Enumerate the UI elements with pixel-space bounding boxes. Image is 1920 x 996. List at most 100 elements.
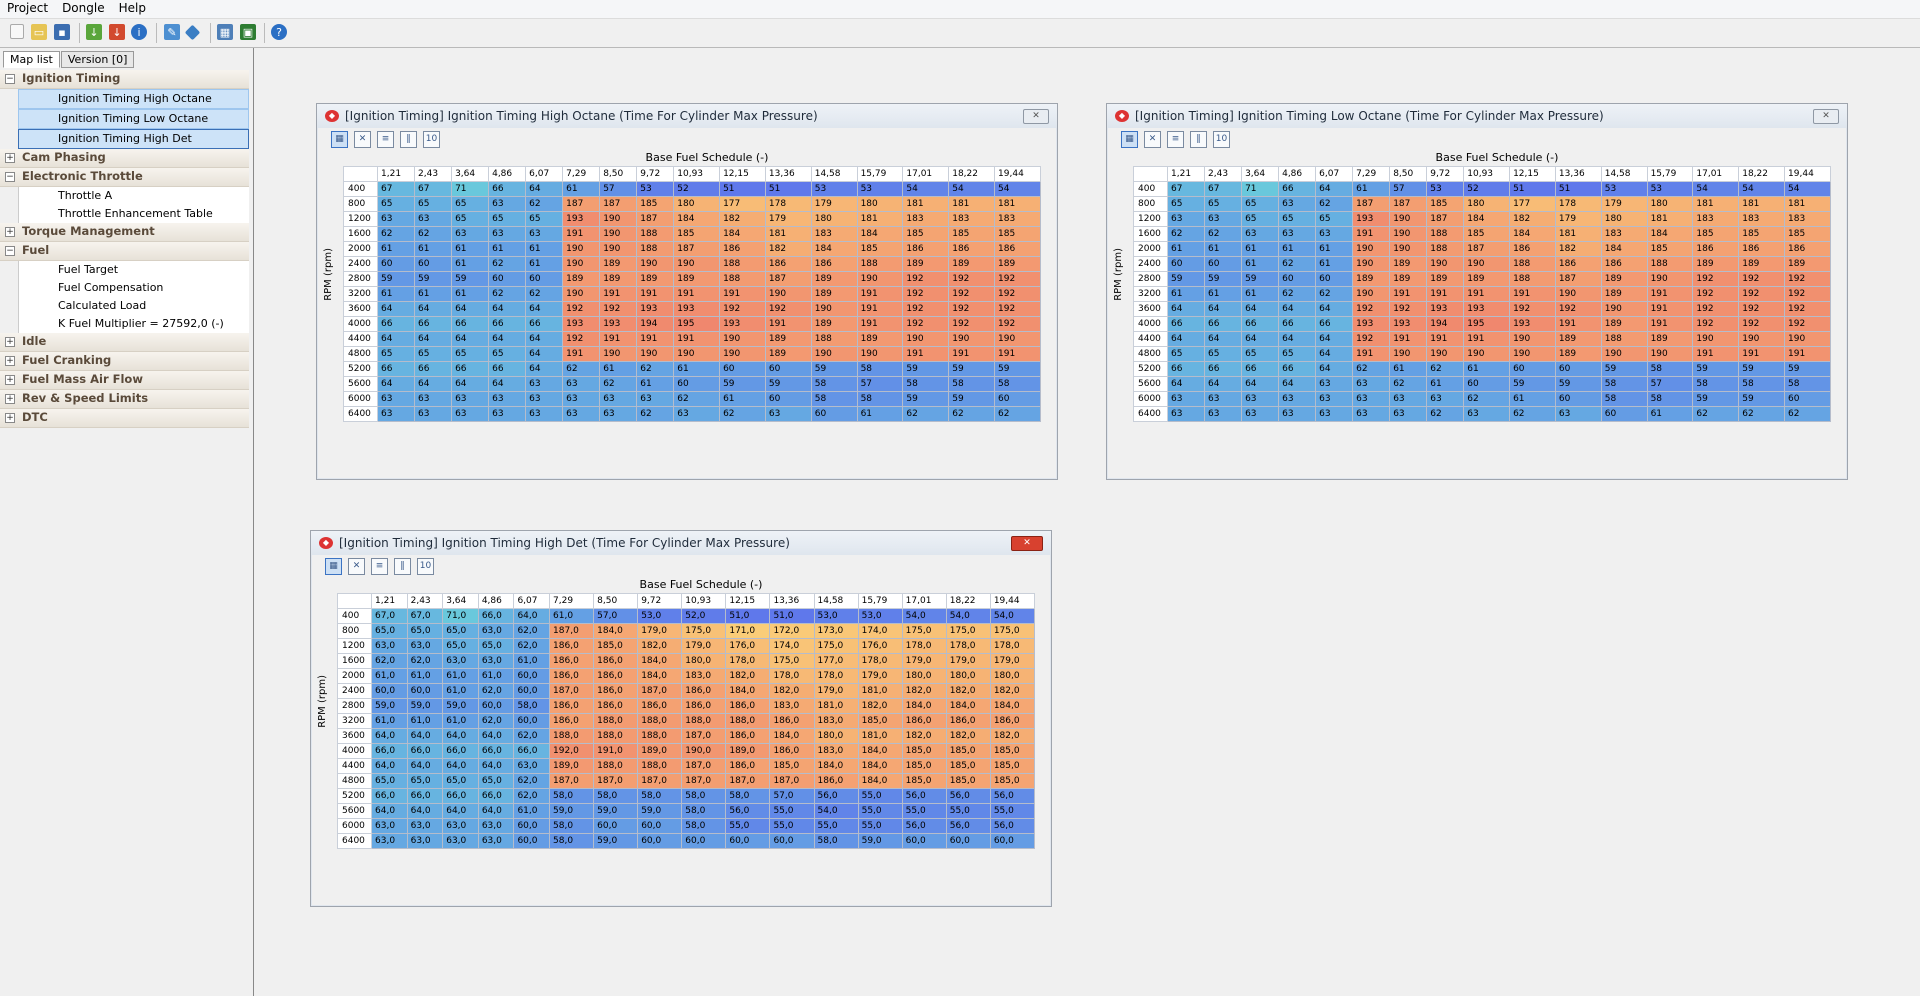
map-cell[interactable]: 59 — [1600, 361, 1648, 377]
map-cell[interactable]: 62,0 — [477, 713, 515, 729]
map-cell[interactable]: 63 — [1241, 226, 1280, 242]
map-cell[interactable]: 61 — [599, 361, 638, 377]
map-cell[interactable]: 52 — [1463, 181, 1511, 197]
map-cell[interactable]: 58,0 — [637, 788, 683, 804]
map-cell[interactable]: 181 — [994, 196, 1041, 212]
row-header[interactable]: 2800 — [343, 271, 378, 287]
map-cell[interactable]: 62,0 — [513, 773, 551, 789]
map-cell[interactable]: 187,0 — [769, 773, 815, 789]
map-cell[interactable]: 190 — [856, 346, 904, 362]
map-cell[interactable]: 61 — [719, 391, 766, 407]
map-cell[interactable]: 178,0 — [725, 653, 771, 669]
map-cell[interactable]: 184,0 — [637, 668, 683, 684]
map-cell[interactable]: 191 — [1463, 286, 1511, 302]
map-cell[interactable]: 186 — [1600, 256, 1648, 272]
map-cell[interactable]: 53 — [810, 181, 858, 197]
map-cell[interactable]: 62 — [948, 406, 996, 422]
map-cell[interactable]: 64 — [414, 376, 453, 392]
map-cell[interactable]: 60 — [1554, 361, 1602, 377]
map-cell[interactable]: 194 — [636, 316, 675, 332]
map-cell[interactable]: 188 — [1509, 256, 1556, 272]
map-cell[interactable]: 190 — [1352, 241, 1391, 257]
map-cell[interactable]: 56,0 — [945, 818, 991, 834]
monitor-icon[interactable]: ▣ — [240, 24, 256, 40]
map-cell[interactable]: 64 — [1278, 331, 1317, 347]
map-cell[interactable]: 188,0 — [593, 713, 639, 729]
map-cell[interactable]: 176,0 — [857, 638, 903, 654]
map-cell[interactable]: 66 — [1204, 316, 1243, 332]
map-cell[interactable]: 63 — [1204, 406, 1243, 422]
map-cell[interactable]: 63 — [1352, 391, 1391, 407]
map-cell[interactable]: 63 — [1463, 406, 1511, 422]
map-cell[interactable]: 183,0 — [813, 713, 859, 729]
map-cell[interactable]: 191 — [1426, 331, 1465, 347]
row-header[interactable]: 800 — [337, 623, 372, 639]
tab-map-list[interactable]: Map list — [3, 51, 60, 68]
map-cell[interactable]: 191 — [1389, 286, 1428, 302]
expand-icon[interactable]: − — [5, 74, 15, 84]
map-cell[interactable]: 173,0 — [813, 623, 859, 639]
map-cell[interactable]: 175,0 — [681, 623, 727, 639]
tree-item[interactable]: Ignition Timing High Det — [18, 129, 249, 149]
map-cell[interactable]: 187,0 — [549, 683, 595, 699]
map-cell[interactable]: 186,0 — [549, 713, 595, 729]
map-cell[interactable]: 63 — [451, 391, 490, 407]
column-header[interactable]: 14,58 — [810, 166, 858, 182]
row-header[interactable]: 2000 — [337, 668, 372, 684]
map-cell[interactable]: 186,0 — [549, 653, 595, 669]
map-cell[interactable]: 186 — [719, 241, 766, 257]
row-header[interactable]: 3200 — [343, 286, 378, 302]
map-cell[interactable]: 179,0 — [813, 683, 859, 699]
map-cell[interactable]: 191 — [673, 331, 721, 347]
map-cell[interactable]: 188 — [1426, 241, 1465, 257]
map-cell[interactable]: 61 — [562, 181, 601, 197]
row-header[interactable]: 3200 — [1133, 286, 1168, 302]
map-cell[interactable]: 55,0 — [769, 803, 815, 819]
map-cell[interactable]: 178,0 — [857, 653, 903, 669]
map-cell[interactable]: 192 — [1738, 301, 1786, 317]
map-cell[interactable]: 180 — [1600, 211, 1648, 227]
map-cell[interactable]: 184 — [1463, 211, 1511, 227]
map-cell[interactable]: 187 — [599, 196, 638, 212]
map-cell[interactable]: 180 — [856, 196, 904, 212]
map-cell[interactable]: 188 — [1646, 256, 1694, 272]
map-cell[interactable]: 191,0 — [593, 743, 639, 759]
column-view-icon[interactable]: ‖ — [1190, 131, 1207, 148]
map-cell[interactable]: 190 — [1352, 256, 1391, 272]
map-cell[interactable]: 59 — [810, 361, 858, 377]
map-cell[interactable]: 191 — [764, 316, 812, 332]
map-cell[interactable]: 53 — [636, 181, 675, 197]
map-cell[interactable]: 62 — [902, 406, 950, 422]
map-cell[interactable]: 61,0 — [371, 713, 408, 729]
map-cell[interactable]: 185 — [1463, 226, 1511, 242]
window-titlebar[interactable]: ◆ [Ignition Timing] Ignition Timing High … — [317, 104, 1057, 128]
map-cell[interactable]: 181 — [856, 211, 904, 227]
menu-help[interactable]: Help — [112, 0, 153, 16]
map-cell[interactable]: 62 — [1166, 226, 1206, 242]
map-cell[interactable]: 185,0 — [901, 758, 947, 774]
tree-group[interactable]: + Idle — [0, 333, 249, 352]
map-cell[interactable]: 54 — [994, 181, 1041, 197]
map-cell[interactable]: 64 — [488, 301, 527, 317]
row-header[interactable]: 1600 — [1133, 226, 1168, 242]
map-cell[interactable]: 182,0 — [989, 728, 1036, 744]
tree-group[interactable]: + Fuel Mass Air Flow — [0, 371, 249, 390]
map-cell[interactable]: 190 — [1426, 256, 1465, 272]
row-header[interactable]: 4000 — [1133, 316, 1168, 332]
map-cell[interactable]: 59 — [902, 391, 950, 407]
map-cell[interactable]: 66 — [525, 316, 564, 332]
map-cell[interactable]: 192 — [902, 271, 950, 287]
map-cell[interactable]: 62 — [994, 406, 1041, 422]
map-cell[interactable]: 192 — [599, 301, 638, 317]
map-cell[interactable]: 61 — [1463, 361, 1511, 377]
map-cell[interactable]: 61,0 — [549, 608, 595, 624]
map-cell[interactable]: 60 — [1315, 271, 1354, 287]
expand-icon[interactable]: + — [5, 356, 15, 366]
map-cell[interactable]: 184,0 — [901, 698, 947, 714]
row-header[interactable]: 3600 — [1133, 301, 1168, 317]
tree-item[interactable]: Throttle Enhancement Table — [18, 205, 249, 223]
map-cell[interactable]: 188 — [1509, 271, 1556, 287]
map-cell[interactable]: 63 — [562, 406, 601, 422]
map-cell[interactable]: 63 — [488, 406, 527, 422]
map-cell[interactable]: 61,0 — [442, 683, 479, 699]
